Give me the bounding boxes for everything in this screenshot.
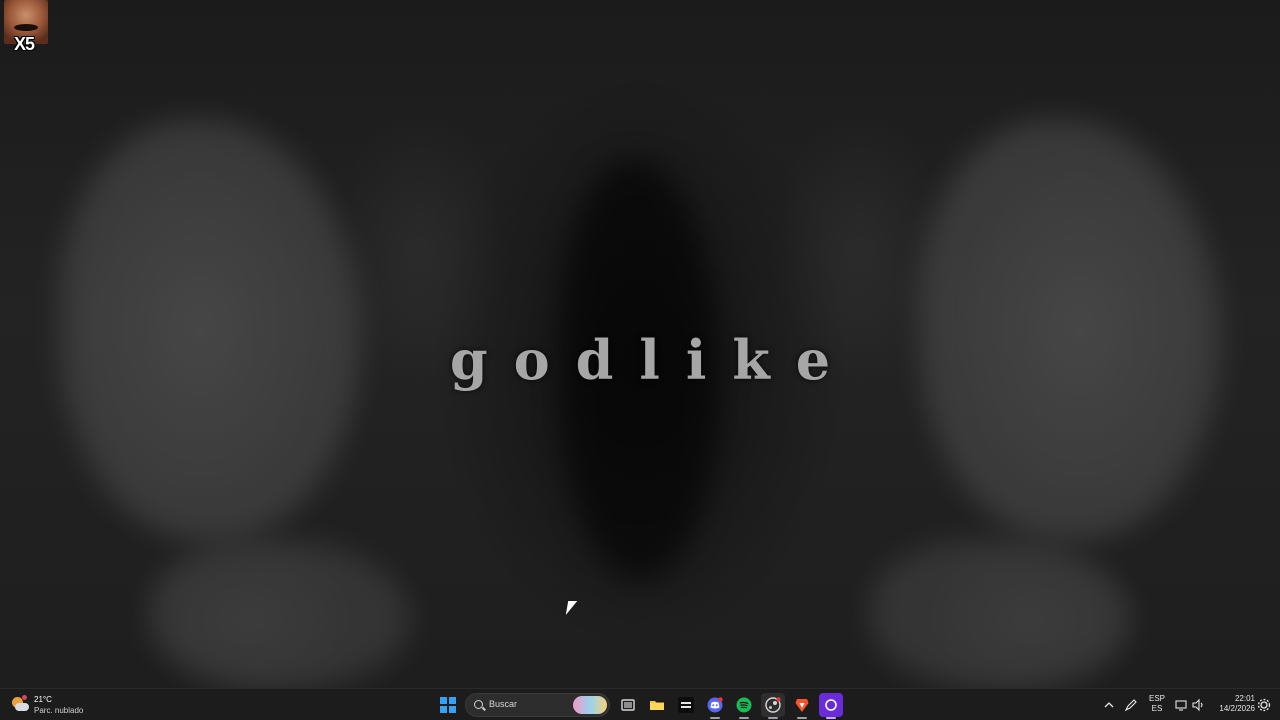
wallpaper-hand-left (150, 540, 410, 688)
file-explorer-button[interactable] (645, 693, 669, 717)
search-placeholder: Buscar (489, 699, 518, 709)
circle-app-icon (825, 699, 837, 711)
running-indicator (768, 717, 778, 719)
brave-browser-button[interactable] (790, 693, 814, 719)
chevron-up-icon[interactable] (1101, 697, 1117, 713)
task-view-button[interactable] (616, 693, 640, 717)
input-language-indicator[interactable]: ESP ES (1146, 694, 1168, 714)
system-clock[interactable]: 22:01 14/2/2026 (1211, 694, 1255, 714)
language-code: ESP (1148, 694, 1165, 703)
folder-icon (650, 701, 664, 710)
desktop-shortcut-x5[interactable]: X5 (4, 0, 50, 56)
task-view-icon (621, 699, 635, 711)
discord-icon (707, 697, 723, 713)
network-icon[interactable] (1174, 697, 1190, 713)
brave-lion-icon (795, 699, 809, 712)
spotify-button[interactable] (732, 693, 756, 719)
pen-icon[interactable] (1123, 697, 1139, 713)
running-indicator (710, 717, 720, 719)
speaker-icon[interactable] (1191, 697, 1207, 713)
desktop[interactable]: X5 godlike (0, 0, 1280, 688)
steam-icon (765, 697, 781, 713)
partly-cloudy-icon (10, 695, 30, 715)
purple-app-button[interactable] (819, 693, 843, 719)
weather-temperature: 21°C (34, 695, 52, 704)
clock-date: 14/2/2026 (1219, 704, 1255, 713)
discord-button[interactable] (703, 693, 727, 719)
steam-button[interactable] (761, 693, 785, 719)
wallpaper-title: godlike (449, 328, 857, 392)
settings-gear-icon[interactable] (1256, 697, 1272, 713)
running-indicator (826, 717, 836, 719)
clock-time: 22:01 (1234, 694, 1255, 703)
taskbar: 21°C Parc. nublado Buscar ESP ES 22:01 1… (0, 688, 1280, 720)
desktop-shortcut-label: X5 (14, 34, 35, 54)
weather-condition: Parc. nublado (34, 706, 84, 715)
mouse-cursor (565, 601, 578, 615)
game-icon (678, 697, 694, 713)
windows-start-icon[interactable] (440, 697, 456, 713)
search-icon (474, 700, 483, 709)
weather-widget[interactable]: 21°C Parc. nublado (10, 692, 83, 718)
running-indicator (797, 717, 807, 719)
running-indicator (739, 717, 749, 719)
search-input[interactable]: Buscar (465, 693, 610, 717)
wallpaper-hand-right (870, 540, 1130, 688)
call-of-duty-button[interactable] (674, 693, 698, 717)
search-highlight-icon[interactable] (573, 696, 607, 714)
spotify-icon (736, 697, 752, 713)
mustache-detail (14, 24, 38, 31)
keyboard-layout: ES (1151, 704, 1163, 713)
